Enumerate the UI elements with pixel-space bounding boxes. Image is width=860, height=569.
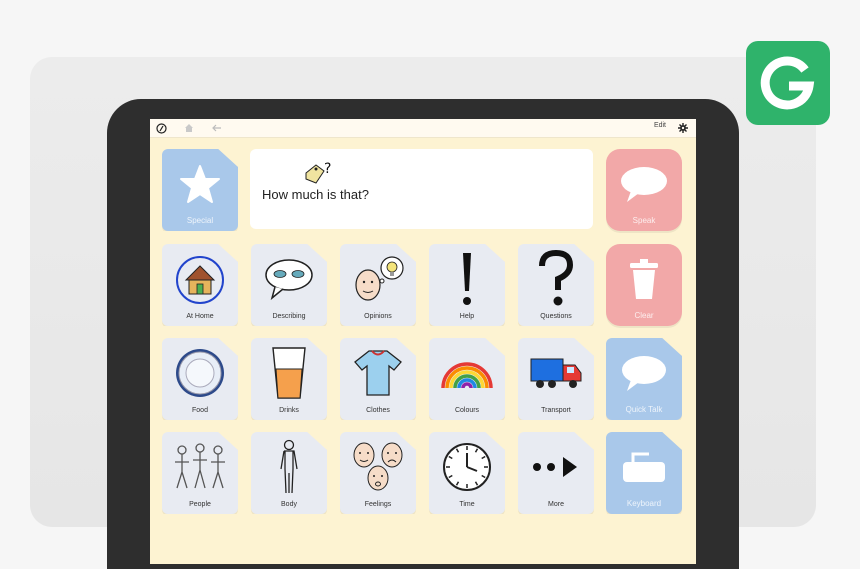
tile-label: Speak	[632, 216, 656, 225]
truck-icon	[518, 344, 594, 402]
glass-icon	[251, 344, 327, 402]
home-icon[interactable]	[184, 121, 194, 135]
app-screen: Edit Special ? How much is that? Speak A…	[150, 119, 696, 564]
tile-colours[interactable]: Colours	[429, 338, 505, 420]
body-outline-icon	[251, 438, 327, 496]
price-tag-question-icon: ?	[305, 161, 331, 184]
tile-quick-talk[interactable]: Quick Talk	[606, 338, 682, 420]
svg-text:?: ?	[324, 161, 331, 177]
tile-clothes[interactable]: Clothes	[340, 338, 416, 420]
tile-questions[interactable]: Questions	[518, 244, 594, 326]
tile-label: Colours	[454, 407, 480, 414]
faces-icon	[340, 438, 416, 496]
edit-button[interactable]: Edit	[654, 122, 666, 129]
tile-food[interactable]: Food	[162, 338, 238, 420]
speak-button[interactable]: Speak	[606, 149, 682, 231]
tile-feelings[interactable]: Feelings	[340, 432, 416, 514]
tile-more[interactable]: More	[518, 432, 594, 514]
gear-icon[interactable]	[678, 121, 688, 135]
speech-bubble-icon	[606, 344, 682, 402]
tile-label: Clear	[634, 311, 654, 320]
message-text: How much is that?	[262, 187, 369, 202]
thinking-face-icon	[340, 250, 416, 308]
plate-icon	[162, 344, 238, 402]
tile-label: Feelings	[364, 501, 392, 508]
eyes-speech-icon	[251, 250, 327, 308]
message-bar[interactable]: ? How much is that?	[250, 149, 593, 229]
tile-label: Help	[459, 313, 475, 320]
tile-label: Special	[186, 216, 214, 225]
tile-label: Describing	[272, 313, 306, 320]
tile-label: Clothes	[366, 407, 390, 414]
grid-logo-icon[interactable]	[156, 121, 167, 135]
tile-label: Keyboard	[626, 499, 662, 508]
tile-label: Body	[281, 501, 297, 508]
tshirt-icon	[340, 344, 416, 402]
keyboard-icon	[606, 438, 682, 496]
tile-label: Drinks	[279, 407, 299, 414]
tile-label: People	[189, 501, 211, 508]
tile-at-home[interactable]: At Home	[162, 244, 238, 326]
tile-opinions[interactable]: Opinions	[340, 244, 416, 326]
tile-label: More	[548, 501, 564, 508]
tile-label: Questions	[540, 313, 572, 320]
tile-special[interactable]: Special	[162, 149, 238, 231]
exclamation-icon	[429, 250, 505, 308]
tile-label: Transport	[541, 407, 571, 414]
grid-app-badge	[746, 41, 830, 125]
people-group-icon	[162, 438, 238, 496]
tile-body[interactable]: Body	[251, 432, 327, 514]
tile-describing[interactable]: Describing	[251, 244, 327, 326]
house-icon	[162, 250, 238, 308]
tile-label: At Home	[186, 313, 214, 320]
back-arrow-icon[interactable]	[212, 121, 222, 135]
tile-label: Time	[459, 501, 475, 508]
top-toolbar: Edit	[150, 119, 696, 138]
clock-icon	[429, 438, 505, 496]
tile-time[interactable]: Time	[429, 432, 505, 514]
rainbow-icon	[429, 344, 505, 402]
g-logo-icon	[760, 56, 815, 110]
tile-keyboard[interactable]: Keyboard	[606, 432, 682, 514]
tile-label: Food	[192, 407, 208, 414]
tile-people[interactable]: People	[162, 432, 238, 514]
tile-help[interactable]: Help	[429, 244, 505, 326]
tile-label: Quick Talk	[625, 405, 663, 414]
tile-drinks[interactable]: Drinks	[251, 338, 327, 420]
more-arrow-icon	[518, 438, 594, 496]
tile-label: Opinions	[364, 313, 392, 320]
clear-button[interactable]: Clear	[606, 244, 682, 326]
star-icon	[162, 155, 238, 213]
speech-bubble-icon	[606, 155, 682, 213]
question-mark-icon	[518, 250, 594, 308]
tile-transport[interactable]: Transport	[518, 338, 594, 420]
trash-bin-icon	[606, 250, 682, 308]
